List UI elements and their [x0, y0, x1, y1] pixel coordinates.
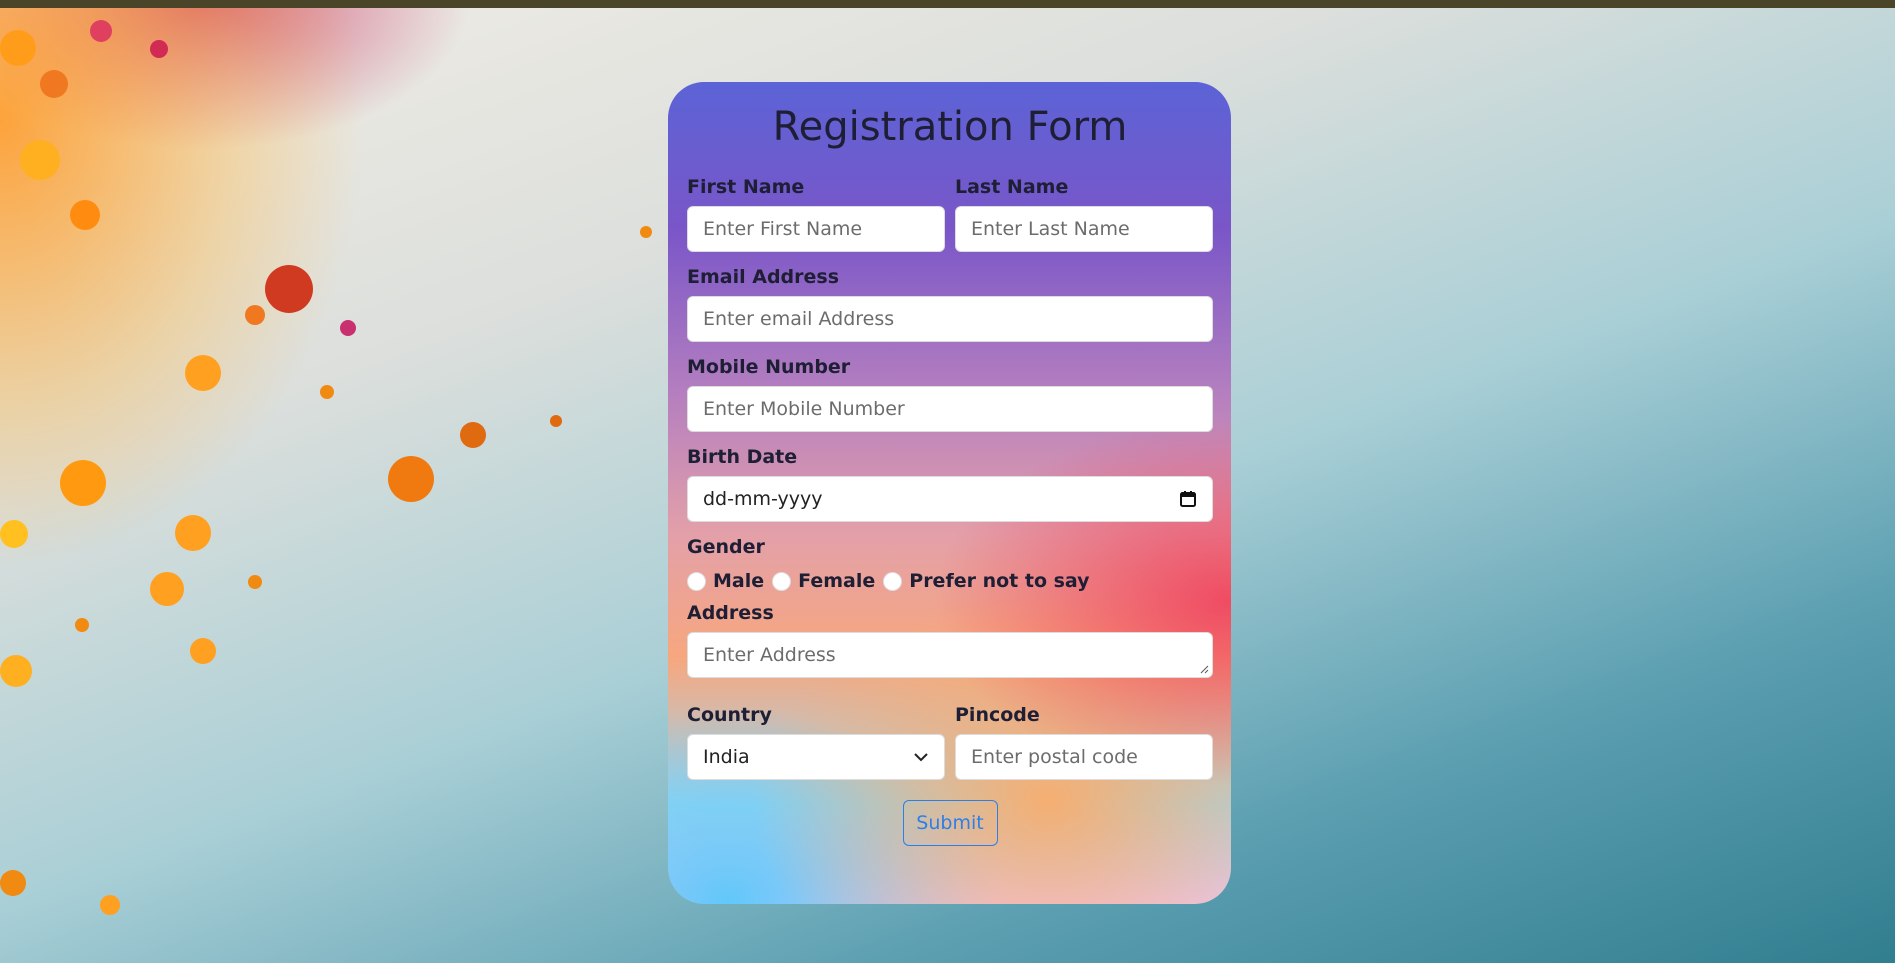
email-input[interactable]: Enter email Address	[687, 296, 1213, 342]
last-name-placeholder: Enter Last Name	[971, 218, 1130, 240]
birth-date-label: Birth Date	[687, 446, 798, 468]
email-label: Email Address	[687, 266, 840, 288]
gender-option-prefer-not[interactable]: Prefer not to say	[883, 570, 1090, 592]
gender-option-label: Male	[713, 570, 765, 592]
mobile-placeholder: Enter Mobile Number	[703, 398, 905, 420]
first-name-label: First Name	[687, 176, 805, 198]
form-title: Registration Form	[772, 104, 1128, 150]
first-name-group: First Name Enter First Name	[687, 174, 945, 264]
first-name-input[interactable]: Enter First Name	[687, 206, 945, 252]
radio-male[interactable]	[687, 571, 706, 591]
radio-prefer-not[interactable]	[883, 571, 903, 591]
address-label: Address	[687, 602, 774, 624]
country-value: India	[703, 746, 750, 768]
gender-option-male[interactable]: Male	[687, 570, 764, 592]
country-label: Country	[687, 704, 772, 726]
gender-option-label: Female	[798, 570, 876, 592]
address-placeholder: Enter Address	[703, 644, 836, 666]
country-group: Country India	[687, 702, 945, 792]
radio-female[interactable]	[772, 571, 792, 591]
address-textarea[interactable]: Enter Address	[687, 632, 1213, 678]
last-name-input[interactable]: Enter Last Name	[955, 206, 1213, 252]
name-row: First Name Enter First Name Last Name En…	[687, 174, 1213, 264]
registration-form: Registration Form First Name Enter First…	[668, 82, 1231, 904]
submit-wrap: Submit	[687, 800, 1213, 846]
pincode-label: Pincode	[955, 704, 1040, 726]
resize-handle-icon[interactable]	[1199, 664, 1209, 674]
pincode-placeholder: Enter postal code	[971, 746, 1138, 768]
mobile-label: Mobile Number	[687, 356, 851, 378]
birth-date-placeholder: dd-mm-yyyy	[703, 488, 823, 510]
calendar-icon[interactable]	[1179, 490, 1197, 508]
chevron-down-icon	[913, 749, 929, 765]
gender-option-label: Prefer not to say	[909, 570, 1090, 592]
first-name-placeholder: Enter First Name	[703, 218, 863, 240]
gender-label: Gender	[687, 536, 765, 558]
country-select[interactable]: India	[687, 734, 945, 780]
browser-top-bar	[0, 0, 1895, 8]
location-row: Country India Pincode Enter postal code	[687, 702, 1213, 792]
birth-date-input[interactable]: dd-mm-yyyy	[687, 476, 1213, 522]
gender-option-female[interactable]: Female	[772, 570, 875, 592]
last-name-group: Last Name Enter Last Name	[955, 174, 1213, 264]
last-name-label: Last Name	[955, 176, 1069, 198]
submit-button[interactable]: Submit	[902, 800, 998, 846]
gender-options: Male Female Prefer not to say	[687, 566, 1213, 596]
pincode-input[interactable]: Enter postal code	[955, 734, 1213, 780]
pincode-group: Pincode Enter postal code	[955, 702, 1213, 792]
email-placeholder: Enter email Address	[703, 308, 895, 330]
mobile-input[interactable]: Enter Mobile Number	[687, 386, 1213, 432]
